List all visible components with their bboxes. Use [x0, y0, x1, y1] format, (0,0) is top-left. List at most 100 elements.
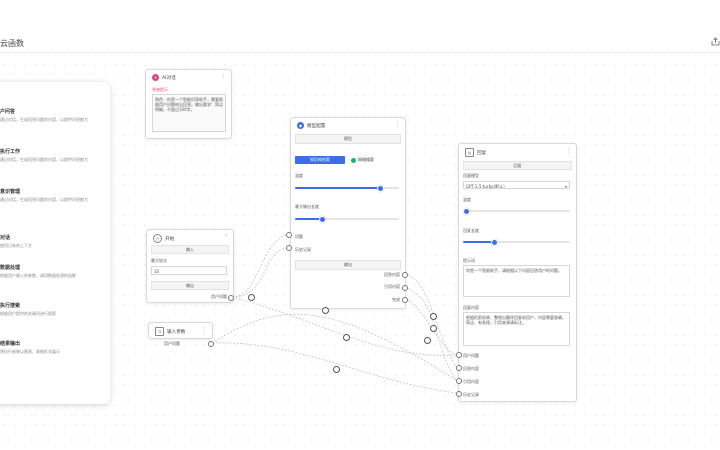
output-port[interactable] — [208, 341, 214, 347]
field-label: 最大轮次 — [151, 258, 167, 263]
node-title: 开始 — [165, 237, 175, 242]
select-value: GPT-3.5-turbo(默认) — [466, 184, 505, 189]
tab-label: 网络搜索 — [358, 157, 374, 162]
input-port[interactable] — [456, 365, 462, 371]
tokens-slider[interactable] — [295, 215, 399, 223]
list-item[interactable]: 执行工作 通过对话，生成回答问题的内容，以提供问答能力 — [0, 148, 105, 163]
port-label: 历史记录 — [463, 392, 479, 397]
output-label-1: 问题 — [295, 234, 303, 239]
menu-icon[interactable]: ⋮ — [566, 148, 571, 154]
node-title: 输入参数 — [167, 330, 186, 335]
list-item-title: 户问答 — [0, 109, 16, 115]
wire-handle[interactable] — [430, 325, 437, 332]
port-label: 引用内容 — [384, 284, 400, 289]
wire-handle[interactable] — [322, 307, 329, 314]
port-label: 用户问题 — [211, 294, 227, 299]
tokens-label: 最大输出长度 — [295, 204, 319, 209]
reply-node[interactable]: ▤ 回复 ⋮ 回复 回复模型 GPT-3.5-turbo(默认) ▾ 温度 回复长度… — [458, 143, 577, 402]
wire-handle[interactable] — [343, 334, 350, 341]
temp-slider[interactable] — [295, 184, 399, 192]
node-header: ◆ 模型配置 — [297, 122, 325, 129]
list-item-desc: 根据用户输入的参数，调用数据处理的函数 — [0, 273, 76, 278]
port-label: 回答内容 — [384, 272, 400, 277]
ai-dialog-node[interactable]: ✦ AI对话 ⋮ 系统提示 角色：你是一个智能问答助手，需要根据用户问题给出回答。… — [145, 69, 232, 139]
temp-label: 温度 — [295, 173, 303, 178]
port-label: 引用内容 — [463, 379, 479, 384]
list-item-desc: 根据用户提供的关键词进行搜索 — [0, 311, 56, 316]
menu-icon[interactable]: ⋮ — [221, 74, 226, 80]
prompt-label: 提示词 — [463, 258, 475, 263]
list-item-desc: 通过对话，生成回答问题的内容，以提供问答能力 — [0, 197, 88, 202]
model-select[interactable]: GPT-3.5-turbo(默认) ▾ — [463, 181, 570, 189]
list-item[interactable]: 户问答 通过对话，生成回答问题的内容，以提供问答能力 — [0, 108, 105, 123]
list-item-desc: 通过对话，生成回答问题的内容，以提供问答能力 — [0, 157, 88, 162]
temp-label: 温度 — [463, 197, 471, 202]
list-item-title: 执行工作 — [0, 149, 21, 155]
list-item-desc: 将执行结果以图表、表格形式展示 — [0, 349, 60, 354]
start-node[interactable]: ◷ 开始 ⌃ 输入 最大轮次 10 输出 用户问题 — [146, 229, 234, 303]
list-item-title: 执行搜索 — [0, 303, 21, 309]
output-bar: 输出 — [151, 281, 229, 290]
llm-node[interactable]: ◆ 模型配置 ⋮ 模型 知识库检索 网络搜索 温度 最大输出长度 问题 历史记录 … — [290, 117, 406, 309]
list-item-title: 结果输出 — [0, 341, 21, 347]
prompt-box[interactable]: 角色：你是一个智能问答助手，需要根据用户问题给出回答。输出要求：简洁明确，不超过… — [152, 94, 226, 132]
chevron-down-icon: ▾ — [564, 184, 567, 189]
port-label: 用户问题 — [463, 353, 479, 358]
length-label: 回复长度 — [463, 228, 479, 233]
temp-slider[interactable] — [463, 207, 570, 215]
section-bar: 回复 — [463, 161, 572, 170]
node-library-panel: 户问答 通过对话，生成回答问题的内容，以提供问答能力 执行工作 通过对话，生成回… — [0, 82, 110, 404]
radio-icon — [351, 157, 356, 163]
menu-icon[interactable]: ⋮ — [395, 122, 400, 128]
list-item[interactable]: 执行搜索 根据用户提供的关键词进行搜索 — [0, 302, 105, 317]
node-title: 模型配置 — [307, 124, 326, 129]
wire-handle[interactable] — [248, 294, 255, 301]
node-header: ✦ AI对话 — [152, 74, 176, 81]
list-item-desc: 使用已有的上下文 — [0, 243, 32, 248]
output-bar: 输出 — [295, 260, 401, 270]
input-port[interactable] — [286, 245, 292, 251]
list-item-title: 对话 — [0, 235, 11, 241]
list-item[interactable]: 意识管理 通过对话，生成回答问题的内容，以提供问答能力 — [0, 188, 105, 203]
output-port[interactable] — [228, 295, 234, 301]
wire-handle[interactable] — [333, 366, 340, 373]
section-bar: 模型 — [295, 134, 401, 144]
tab-web-search[interactable]: 网络搜索 — [351, 157, 374, 163]
input-port[interactable] — [286, 232, 292, 238]
output-port[interactable] — [402, 272, 408, 278]
node-sub-label: 系统提示 — [152, 87, 168, 92]
prompt-box[interactable]: 你是一个智能助手，请根据以下内容回答用户的问题。 — [463, 265, 570, 297]
ai-icon: ✦ — [152, 74, 159, 81]
tab-knowledge[interactable]: 知识库检索 — [295, 156, 345, 164]
list-item-title: 意识管理 — [0, 189, 21, 195]
rounds-input[interactable]: 10 — [151, 266, 227, 275]
menu-icon[interactable]: ⋮ — [202, 327, 207, 333]
node-header: ◷ 开始 — [153, 234, 174, 243]
input-port[interactable] — [456, 352, 462, 358]
input-port[interactable] — [456, 378, 462, 384]
input-param-node[interactable]: ⇅ 输入参数 ⋮ — [148, 322, 213, 339]
output-label-2: 历史记录 — [295, 247, 311, 252]
section-bar: 输入 — [151, 245, 229, 254]
list-item[interactable]: 结果输出 将执行结果以图表、表格形式展示 — [0, 340, 105, 355]
param-icon: ⇅ — [155, 327, 164, 336]
list-item-desc: 通过对话，生成回答问题的内容，以提供问答能力 — [0, 117, 88, 122]
input-port[interactable] — [456, 391, 462, 397]
list-item-title: 数据处理 — [0, 265, 21, 271]
model-label: 回复模型 — [463, 173, 479, 178]
output-port[interactable] — [402, 285, 408, 291]
reply-box[interactable]: 根据检索结果，整理出最终回复给用户，内容需要准确、简洁、有条理，引用来源请标注。 — [463, 312, 570, 346]
length-slider[interactable] — [463, 238, 570, 246]
node-title: AI对话 — [162, 76, 176, 81]
node-header: ▤ 回复 — [465, 148, 486, 157]
list-item[interactable]: 对话 使用已有的上下文 — [0, 234, 105, 249]
node-header: ⇅ 输入参数 — [155, 327, 185, 336]
port-label: 完成 — [392, 297, 400, 302]
list-item[interactable]: 数据处理 根据用户输入的参数，调用数据处理的函数 — [0, 264, 105, 279]
port-label: 回答内容 — [463, 366, 479, 371]
wire-handle[interactable] — [424, 337, 431, 344]
reply-icon: ▤ — [465, 148, 474, 157]
output-port[interactable] — [402, 297, 408, 303]
wire-handle[interactable] — [430, 313, 437, 320]
collapse-icon[interactable]: ⌃ — [224, 234, 228, 240]
